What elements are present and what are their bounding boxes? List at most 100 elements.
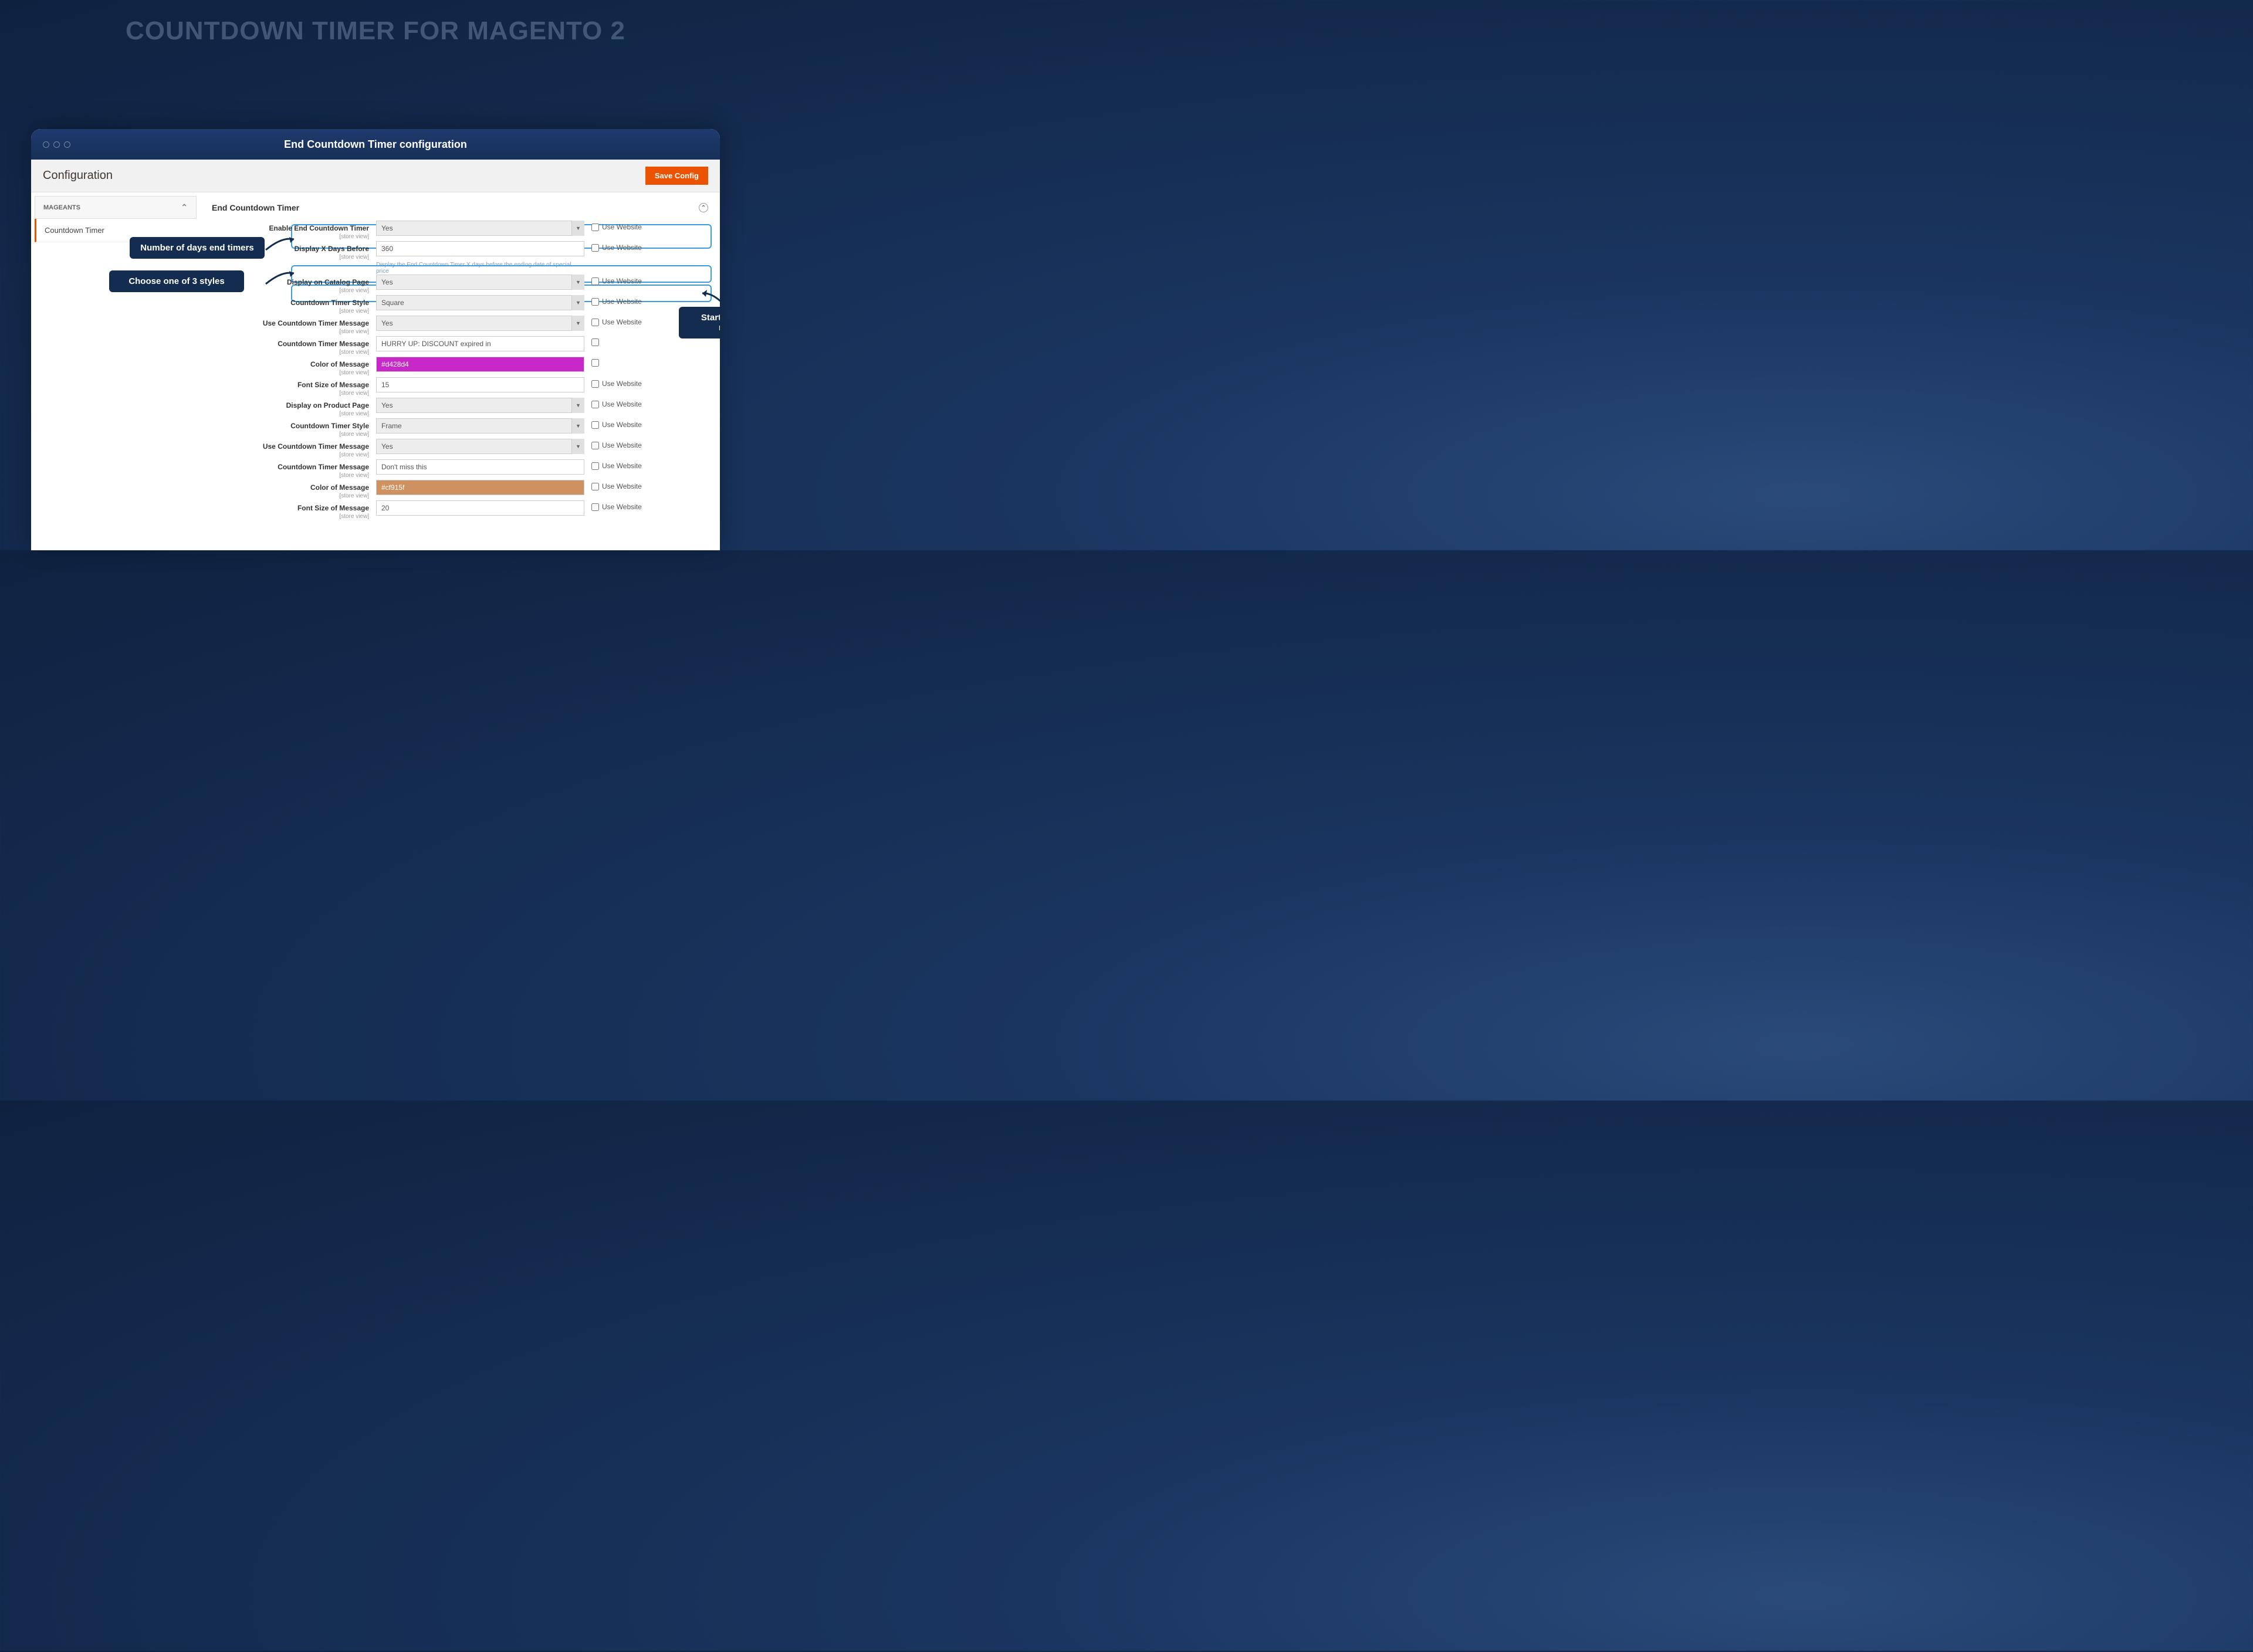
checkbox-f6[interactable] xyxy=(591,338,599,346)
form-row-f6: Countdown Timer Message[store view] xyxy=(212,336,708,356)
use-website-f3[interactable]: Use Website xyxy=(591,275,642,285)
label-f5: Use Countdown Timer Message[store view] xyxy=(212,316,376,335)
form-row-f10: Countdown Timer Style[store view]Frame▼U… xyxy=(212,418,708,438)
use-website-f9[interactable]: Use Website xyxy=(591,398,642,408)
use-website-f8[interactable]: Use Website xyxy=(591,377,642,388)
label-f8: Font Size of Message[store view] xyxy=(212,377,376,397)
browser-window: End Countdown Timer configuration Config… xyxy=(31,129,720,550)
checkbox-f7[interactable] xyxy=(591,359,599,367)
form-row-f12: Countdown Timer Message[store view] Use W… xyxy=(212,459,708,479)
label-f4: Countdown Timer Style[store view] xyxy=(212,295,376,314)
form-row-f8: Font Size of Message[store view] Use Webs… xyxy=(212,377,708,397)
checkbox-f11[interactable] xyxy=(591,442,599,449)
browser-title: End Countdown Timer configuration xyxy=(284,138,467,151)
label-f11: Use Countdown Timer Message[store view] xyxy=(212,439,376,458)
form-row-f14: Font Size of Message[store view] Use Webs… xyxy=(212,500,708,520)
use-website-f13[interactable]: Use Website xyxy=(591,480,642,490)
select-f4[interactable]: Square xyxy=(376,295,584,310)
content-area: Configuration Save Config MAGEANTS ⌃ Cou… xyxy=(31,160,720,550)
page-title: Configuration xyxy=(43,169,113,182)
use-website-f4[interactable]: Use Website xyxy=(591,295,642,306)
checkbox-label-f10: Use Website xyxy=(602,421,642,429)
select-f9[interactable]: Yes xyxy=(376,398,584,413)
annotation-styles: Choose one of 3 styles xyxy=(109,270,244,292)
input-f12[interactable] xyxy=(376,459,584,475)
use-website-f10[interactable]: Use Website xyxy=(591,418,642,429)
form-row-f7: Color of Message[store view] xyxy=(212,357,708,376)
section-header[interactable]: End Countdown Timer ⌃ xyxy=(212,201,708,221)
use-website-f12[interactable]: Use Website xyxy=(591,459,642,470)
use-website-f11[interactable]: Use Website xyxy=(591,439,642,449)
select-f11[interactable]: Yes xyxy=(376,439,584,454)
browser-bar: End Countdown Timer configuration xyxy=(31,129,720,160)
label-f6: Countdown Timer Message[store view] xyxy=(212,336,376,356)
checkbox-f14[interactable] xyxy=(591,503,599,511)
form-area: End Countdown Timer ⌃ Number of days end… xyxy=(200,192,720,550)
checkbox-f8[interactable] xyxy=(591,380,599,388)
hero-title: COUNTDOWN TIMER FOR MAGENTO 2 xyxy=(0,0,751,46)
checkbox-f4[interactable] xyxy=(591,298,599,306)
checkbox-f10[interactable] xyxy=(591,421,599,429)
arrow-icon xyxy=(265,268,300,285)
select-f1[interactable]: Yes xyxy=(376,221,584,236)
checkbox-label-f13: Use Website xyxy=(602,482,642,490)
form-row-f4: Countdown Timer Style[store view]Square▼… xyxy=(212,295,708,314)
input-f8[interactable] xyxy=(376,377,584,392)
checkbox-label-f1: Use Website xyxy=(602,223,642,231)
use-website-f14[interactable]: Use Website xyxy=(591,500,642,511)
checkbox-label-f4: Use Website xyxy=(602,297,642,306)
checkbox-f13[interactable] xyxy=(591,483,599,490)
select-f3[interactable]: Yes xyxy=(376,275,584,290)
checkbox-f2[interactable] xyxy=(591,244,599,252)
main-layout: MAGEANTS ⌃ Countdown Timer End Countdown… xyxy=(31,192,720,550)
annotation-days: Number of days end timers xyxy=(130,237,265,259)
select-f5[interactable]: Yes xyxy=(376,316,584,331)
sidebar-header[interactable]: MAGEANTS ⌃ xyxy=(35,196,197,219)
arrow-icon xyxy=(265,233,300,251)
checkbox-f9[interactable] xyxy=(591,401,599,408)
checkbox-label-f11: Use Website xyxy=(602,441,642,449)
label-f13: Color of Message[store view] xyxy=(212,480,376,499)
use-website-f1[interactable]: Use Website xyxy=(591,221,642,231)
dot-icon xyxy=(53,141,60,148)
form-row-f9: Display on Product Page[store view]Yes▼U… xyxy=(212,398,708,417)
form-row-f5: Use Countdown Timer Message[store view]Y… xyxy=(212,316,708,335)
label-f10: Countdown Timer Style[store view] xyxy=(212,418,376,438)
checkbox-label-f2: Use Website xyxy=(602,243,642,252)
checkbox-label-f5: Use Website xyxy=(602,318,642,326)
checkbox-label-f14: Use Website xyxy=(602,503,642,511)
section-title: End Countdown Timer xyxy=(212,203,299,212)
input-f2[interactable] xyxy=(376,241,584,256)
checkbox-f12[interactable] xyxy=(591,462,599,470)
chevron-up-icon: ⌃ xyxy=(181,202,188,212)
label-f12: Countdown Timer Message[store view] xyxy=(212,459,376,479)
checkbox-f5[interactable] xyxy=(591,319,599,326)
checkbox-f1[interactable] xyxy=(591,224,599,231)
page-header: Configuration Save Config xyxy=(31,160,720,192)
use-website-f2[interactable]: Use Website xyxy=(591,241,642,252)
input-f14[interactable] xyxy=(376,500,584,516)
use-website-f7[interactable] xyxy=(591,357,602,367)
annotation-message: Start to end timer message xyxy=(679,307,720,338)
label-f9: Display on Product Page[store view] xyxy=(212,398,376,417)
browser-dots xyxy=(43,141,70,148)
save-config-button[interactable]: Save Config xyxy=(645,167,708,185)
form-row-f11: Use Countdown Timer Message[store view]Y… xyxy=(212,439,708,458)
sidebar-header-label: MAGEANTS xyxy=(43,204,80,211)
select-f10[interactable]: Frame xyxy=(376,418,584,434)
collapse-icon[interactable]: ⌃ xyxy=(699,203,708,212)
checkbox-f3[interactable] xyxy=(591,277,599,285)
input-f7[interactable] xyxy=(376,357,584,372)
label-f14: Font Size of Message[store view] xyxy=(212,500,376,520)
use-website-f6[interactable] xyxy=(591,336,602,346)
use-website-f5[interactable]: Use Website xyxy=(591,316,642,326)
dot-icon xyxy=(43,141,49,148)
label-f7: Color of Message[store view] xyxy=(212,357,376,376)
checkbox-label-f3: Use Website xyxy=(602,277,642,285)
checkbox-label-f8: Use Website xyxy=(602,380,642,388)
form-row-f13: Color of Message[store view] Use Website xyxy=(212,480,708,499)
input-f6[interactable] xyxy=(376,336,584,351)
input-f13[interactable] xyxy=(376,480,584,495)
checkbox-label-f12: Use Website xyxy=(602,462,642,470)
checkbox-label-f9: Use Website xyxy=(602,400,642,408)
